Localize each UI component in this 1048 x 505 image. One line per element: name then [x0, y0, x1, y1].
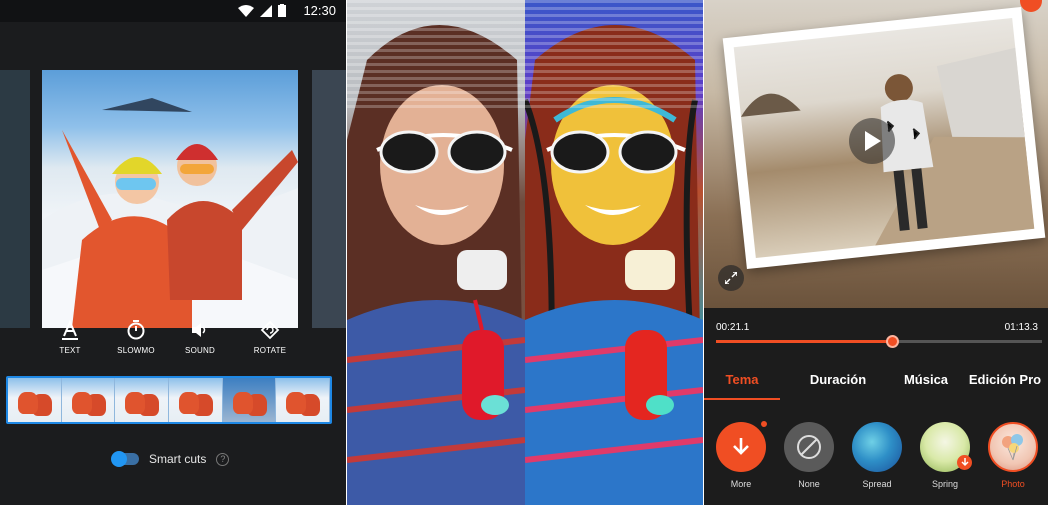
timer-icon [127, 320, 145, 340]
expand-icon [725, 272, 737, 284]
download-badge-icon [957, 455, 972, 470]
rotate-tool-label: ROTATE [253, 346, 287, 355]
original-photo [347, 0, 526, 505]
sound-tool-label: SOUND [185, 346, 215, 355]
none-icon [797, 435, 821, 459]
video-editor-panel: 12:30 TEXT SLOWMO SOUND ROTATE Smart cut… [0, 0, 346, 505]
wifi-icon [238, 4, 254, 17]
speaker-icon [192, 323, 206, 337]
theme-label: None [798, 479, 820, 489]
theme-spread[interactable]: Spread [852, 422, 902, 489]
filmstrip-frame[interactable] [276, 378, 330, 422]
theme-more[interactable]: More [716, 421, 767, 489]
text-tool-label: TEXT [59, 346, 81, 355]
prev-clip-edge[interactable] [0, 70, 30, 328]
next-clip-edge[interactable] [312, 70, 346, 328]
smart-cuts-row: Smart cuts ? [111, 451, 230, 467]
new-dot [761, 421, 767, 427]
seek-bar[interactable] [716, 335, 1042, 348]
video-preview[interactable] [704, 0, 1048, 308]
filter-comparison-image [347, 0, 703, 505]
play-button[interactable] [849, 118, 895, 164]
smart-cuts-toggle[interactable] [111, 451, 139, 467]
spring-thumbnail [920, 422, 972, 472]
notification-badge [1020, 0, 1042, 12]
tab-duracion[interactable]: Duración [788, 362, 888, 400]
seek-bar-progress [716, 340, 893, 343]
tab-musica[interactable]: Música [890, 362, 962, 400]
filmstrip-frame[interactable] [8, 378, 62, 422]
theme-spring[interactable]: Spring [920, 422, 972, 489]
play-icon [865, 131, 881, 151]
rotate-icon [260, 320, 280, 340]
spread-thumbnail [852, 422, 902, 472]
filmstrip-frame[interactable] [115, 378, 170, 422]
battery-icon [278, 4, 286, 17]
theme-list: More None Spread Spring Photo [716, 421, 1048, 489]
text-tool-button[interactable]: TEXT [42, 320, 98, 355]
seek-bar-thumb[interactable] [886, 335, 900, 348]
download-icon [733, 438, 749, 455]
slowmo-tool-label: SLOWMO [117, 346, 155, 355]
window-blinds [525, 0, 703, 110]
editor-tabs: Tema Duración Música Edición Pro [704, 362, 1048, 400]
theme-photo[interactable]: Photo [988, 422, 1038, 489]
slideshow-editor-panel: 00:21.1 01:13.3 Tema Duración Música Edi… [704, 0, 1048, 505]
theme-label: Photo [1001, 479, 1025, 489]
fullscreen-button[interactable] [718, 265, 744, 291]
theme-label: More [730, 479, 752, 489]
current-time: 00:21.1 [716, 322, 750, 333]
text-icon [62, 320, 78, 340]
filmstrip-frame[interactable] [222, 378, 277, 422]
theme-none[interactable]: None [784, 422, 834, 489]
window-blinds [347, 0, 525, 110]
sound-tool-button[interactable]: SOUND [172, 320, 228, 355]
timeline-filmstrip[interactable] [6, 376, 332, 424]
ski-selfie-illustration [42, 98, 298, 328]
smart-cuts-label: Smart cuts [149, 452, 207, 466]
time-readout: 00:21.1 01:13.3 [716, 322, 1038, 333]
theme-label: Spread [862, 479, 892, 489]
filmstrip-frame[interactable] [61, 378, 116, 422]
status-time: 12:30 [303, 3, 336, 18]
signal-icon [260, 4, 272, 17]
balloons-icon [1002, 434, 1023, 461]
total-time: 01:13.3 [1004, 322, 1038, 333]
filmstrip-frame[interactable] [169, 378, 223, 422]
theme-label: Spring [931, 479, 958, 489]
clip-preview-image[interactable] [42, 70, 298, 328]
tab-tema[interactable]: Tema [704, 362, 780, 400]
rotate-tool-button[interactable]: ROTATE [242, 320, 298, 355]
slowmo-tool-button[interactable]: SLOWMO [108, 320, 164, 355]
photo-thumbnail [988, 422, 1038, 472]
help-icon[interactable]: ? [216, 452, 230, 466]
tab-edicion-pro[interactable]: Edición Pro [962, 362, 1048, 400]
art-filtered-photo [522, 0, 703, 505]
status-bar: 12:30 [0, 0, 346, 22]
